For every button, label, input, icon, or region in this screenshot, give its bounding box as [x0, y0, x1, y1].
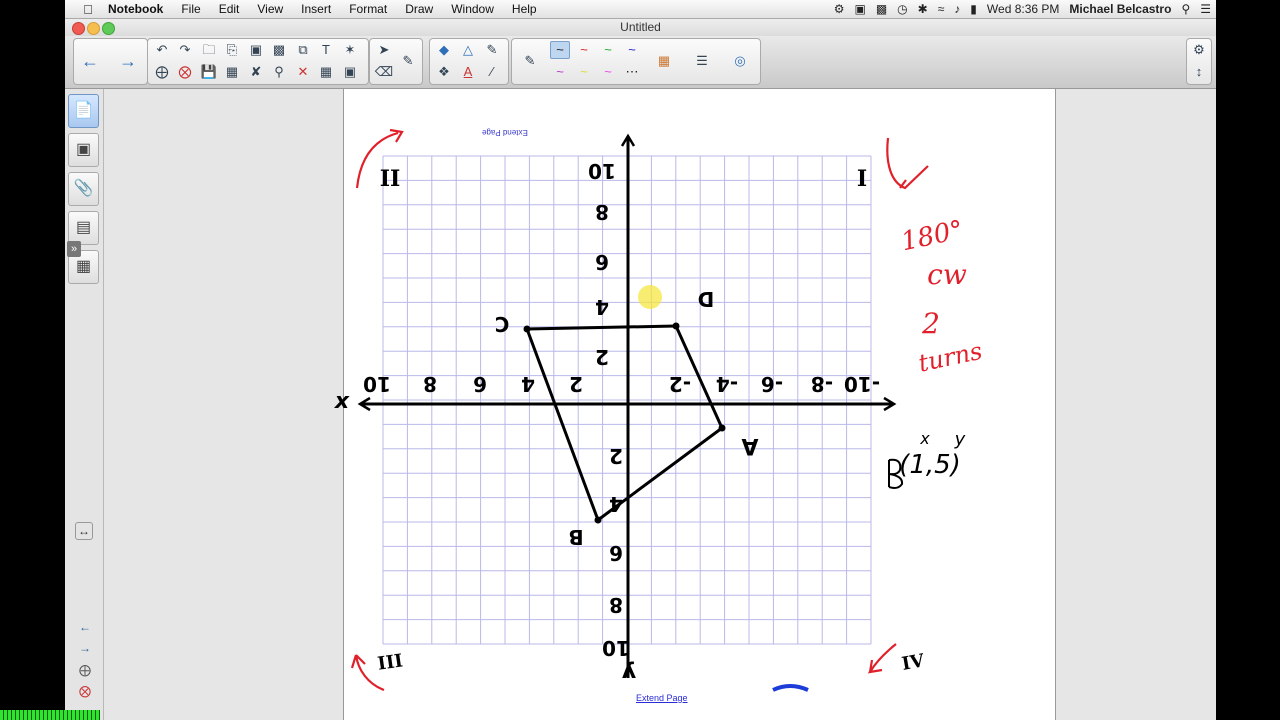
y-tick-label: 4 — [609, 492, 623, 516]
quadrant-1-label: I — [857, 166, 867, 192]
vertex-dot — [523, 325, 531, 333]
x-tick-label: -6 — [761, 372, 783, 396]
arrow-q4-icon — [867, 643, 897, 674]
vertex-dot — [672, 322, 680, 330]
quadrant-3-label: III — [376, 650, 404, 674]
vertex-dot — [718, 424, 726, 432]
turns-count: 2 — [921, 307, 940, 340]
y-tick-label: 8 — [609, 593, 623, 617]
quadrant-2-label: II — [380, 166, 401, 192]
y-axis-letter: y — [622, 660, 636, 685]
coordinate-x-label: x — [919, 429, 930, 448]
rotation-direction: cw — [927, 258, 967, 291]
y-tick-label: 10 — [602, 636, 630, 660]
annotations-ink — [350, 128, 929, 692]
turns-word: turns — [916, 337, 985, 378]
arrow-q1-icon — [886, 137, 929, 190]
vertex-a-label: A — [741, 433, 758, 458]
vertex-d-label: D — [698, 287, 715, 311]
blue-ink-stroke — [772, 684, 809, 692]
cursor-highlight — [638, 285, 662, 309]
vertex-c-label: C — [495, 312, 510, 336]
x-axis-letter: x — [334, 389, 350, 414]
coordinate-b-value: (1,5) — [899, 450, 961, 480]
x-tick-label: 6 — [473, 372, 487, 396]
recording-progress-bar — [0, 710, 100, 720]
quadrant-4-label: IV — [900, 650, 927, 675]
vertex-dot — [594, 516, 602, 524]
x-tick-label: 8 — [423, 372, 437, 396]
y-tick-label: 2 — [609, 444, 623, 468]
extend-page-label-upside-down: Extend Page — [482, 128, 528, 137]
x-tick-label: -8 — [811, 372, 833, 396]
graph-drawing: 10864224681010 8 6 4 2 -2 -4 -6 -8 -10xyCDABII III… — [334, 128, 985, 692]
vertex-b-label: B — [568, 525, 583, 549]
extend-page-link[interactable]: Extend Page — [636, 693, 688, 703]
x-tick-label: -10 — [844, 372, 880, 396]
axes — [357, 133, 897, 678]
y-tick-label: 4 — [595, 295, 609, 319]
x-tick-label: 10 — [363, 372, 391, 396]
y-tick-label: 2 — [595, 345, 609, 369]
x-tick-label: -4 — [716, 372, 738, 396]
x-tick-label: 2 — [569, 372, 583, 396]
y-tick-label: 10 — [588, 159, 616, 183]
y-tick-label: 6 — [595, 250, 609, 274]
x-tick-label: -2 — [669, 372, 691, 396]
y-tick-label: 6 — [609, 541, 623, 565]
x-tick-label: 4 — [521, 372, 535, 396]
rotation-degrees: 180° — [899, 215, 967, 257]
quadrilateral-outline — [525, 324, 724, 522]
coordinate-y-label: y — [954, 429, 966, 450]
y-tick-label: 8 — [595, 200, 609, 224]
